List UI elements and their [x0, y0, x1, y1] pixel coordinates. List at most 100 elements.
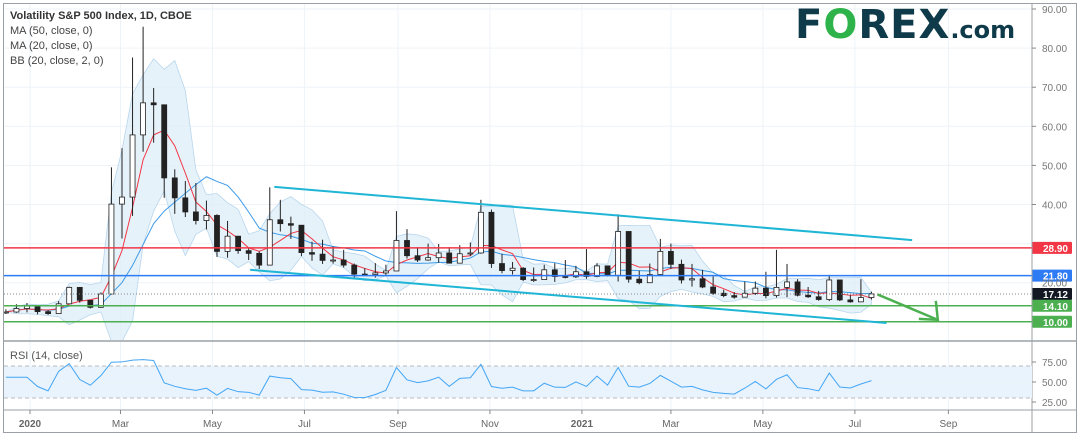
x-tick-label: 2021	[571, 419, 594, 430]
candle	[108, 203, 115, 295]
candle	[636, 278, 643, 284]
candle	[66, 286, 73, 305]
candle	[256, 252, 263, 266]
channel-upper-line	[274, 185, 913, 242]
chart-legend: Volatility S&P 500 Index, 1D, CBOE MA (5…	[10, 9, 192, 69]
rsi-label[interactable]: RSI (14, close)	[10, 350, 83, 362]
rsi-tick-label: 75.00	[1042, 358, 1067, 369]
candle	[161, 104, 168, 179]
candle	[741, 292, 748, 298]
y-tick-label: 70.00	[1042, 83, 1067, 94]
candle	[604, 265, 611, 276]
candle	[530, 279, 537, 281]
symbol-title[interactable]: Volatility S&P 500 Index, 1D, CBOE	[10, 9, 192, 24]
candle	[868, 293, 875, 298]
y-tick-label: 40.00	[1042, 201, 1067, 212]
y-tick-label: 80.00	[1042, 44, 1067, 55]
x-tick-label: Mar	[112, 419, 130, 430]
candle	[4, 311, 9, 314]
candle	[277, 219, 284, 225]
candle	[858, 297, 864, 303]
candle	[182, 197, 189, 213]
candle	[467, 252, 474, 255]
indicator-ma50[interactable]: MA (50, close, 0)	[10, 24, 192, 39]
candle	[393, 240, 400, 272]
candle	[657, 251, 664, 275]
forex-logo: FOREX.com	[795, 2, 1016, 48]
candle	[330, 259, 337, 262]
candle	[847, 299, 854, 303]
candle	[805, 294, 812, 298]
candle	[784, 281, 790, 288]
candle	[382, 270, 389, 274]
candle	[731, 295, 738, 298]
down-arrow-shaft	[877, 293, 939, 321]
candle	[488, 211, 495, 264]
x-tick-label: 2020	[19, 419, 42, 430]
candle	[34, 305, 41, 313]
candle	[340, 259, 347, 266]
candle	[836, 279, 843, 301]
price-badge-text: 28.90	[1043, 244, 1068, 255]
price-badge-text: 14.10	[1043, 302, 1068, 313]
candle	[171, 177, 178, 199]
candle	[668, 251, 674, 265]
candle	[625, 231, 632, 280]
x-tick-label: Nov	[481, 419, 499, 430]
y-tick-label: 90.00	[1042, 5, 1067, 16]
candle	[414, 255, 421, 261]
y-tick-label: 20.00	[1042, 279, 1067, 290]
candle	[477, 211, 484, 254]
candle	[794, 281, 801, 296]
candle	[520, 267, 527, 280]
candle	[689, 278, 695, 281]
candle	[446, 252, 453, 264]
candle	[351, 264, 358, 275]
candle	[815, 296, 822, 300]
candle	[509, 267, 516, 271]
x-tick-label: Jul	[848, 419, 861, 430]
candle	[678, 263, 685, 281]
candle	[562, 276, 569, 278]
indicator-bb[interactable]: BB (20, close, 2, 0)	[10, 54, 192, 69]
candle	[699, 278, 706, 288]
candle	[266, 219, 273, 266]
candle	[541, 269, 548, 280]
candle	[309, 252, 315, 255]
candle	[245, 250, 252, 254]
candle	[319, 253, 326, 261]
candle	[214, 215, 220, 252]
rsi-tick-label: 25.00	[1042, 398, 1067, 409]
candle	[763, 287, 769, 297]
candle	[45, 311, 51, 314]
candle	[425, 257, 432, 261]
candle	[129, 134, 136, 198]
candle	[435, 252, 442, 259]
candle	[192, 211, 199, 221]
x-tick-label: Sep	[389, 419, 407, 430]
x-tick-label: May	[753, 419, 772, 430]
candle	[499, 263, 505, 271]
candle	[710, 286, 717, 294]
candle	[826, 279, 833, 300]
candle	[203, 215, 210, 221]
candle	[752, 287, 759, 294]
price-badge-text: 17.12	[1043, 290, 1068, 301]
candle	[615, 231, 622, 276]
x-tick-label: Mar	[662, 419, 680, 430]
candle	[140, 102, 147, 136]
candle	[594, 265, 600, 277]
candle	[456, 253, 463, 264]
candle	[287, 223, 294, 226]
x-tick-label: Jul	[298, 419, 311, 430]
rsi-tick-label: 50.00	[1042, 378, 1067, 389]
candle	[13, 308, 20, 313]
x-tick-label: May	[203, 419, 222, 430]
indicator-ma20[interactable]: MA (20, close, 0)	[10, 39, 192, 54]
candle	[119, 196, 125, 205]
candle	[372, 272, 379, 275]
price-badge-text: 10.00	[1043, 318, 1068, 329]
candle	[150, 102, 157, 106]
candle	[224, 235, 231, 252]
x-tick-label: Sep	[939, 419, 957, 430]
